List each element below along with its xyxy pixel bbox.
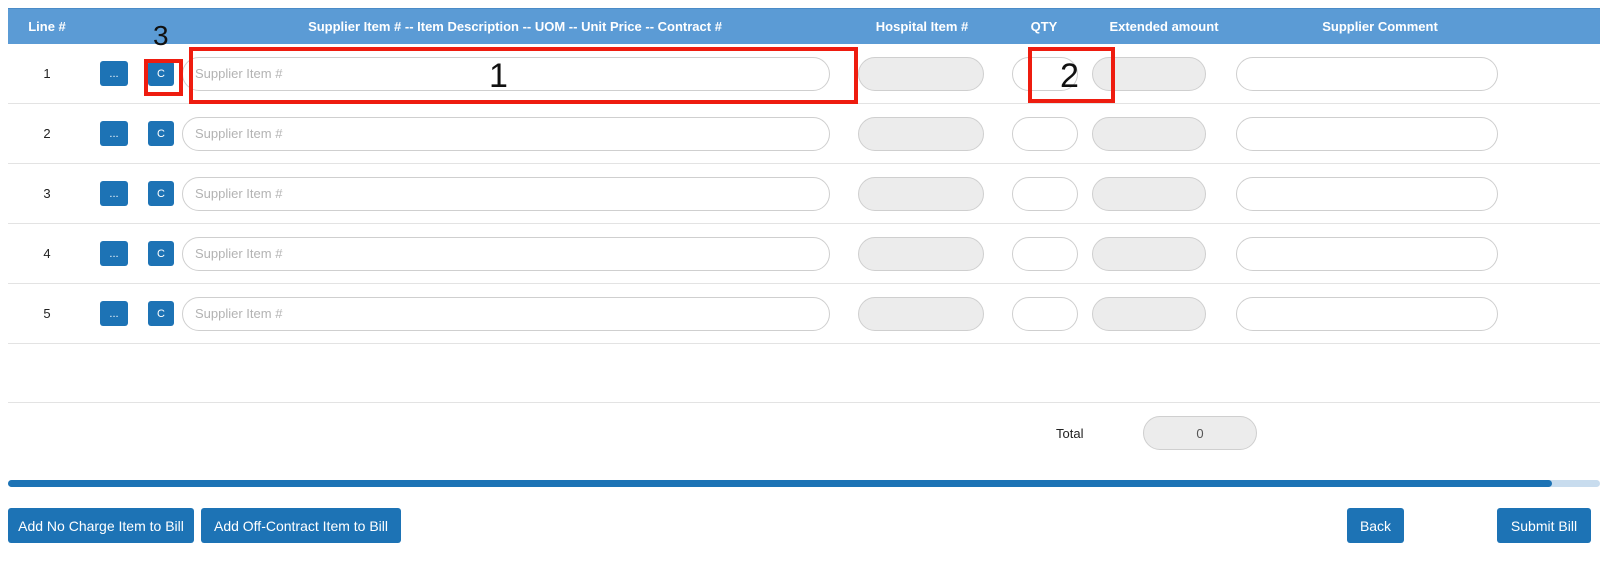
extended-amount-field [1092, 116, 1206, 151]
items-grid: Line # Supplier Item # -- Item Descripti… [8, 8, 1600, 463]
more-options-button[interactable]: ... [100, 121, 128, 146]
hospital-item-field [858, 236, 984, 271]
supplier-item-input[interactable] [182, 176, 830, 211]
table-row-5: 5 ... C [8, 284, 1600, 344]
back-button[interactable]: Back [1347, 508, 1404, 543]
submit-bill-button[interactable]: Submit Bill [1497, 508, 1591, 543]
contract-button[interactable]: C [148, 301, 174, 326]
grid-header: Line # Supplier Item # -- Item Descripti… [8, 8, 1600, 44]
header-qty: QTY [1030, 19, 1058, 34]
hospital-item-field [858, 176, 984, 211]
qty-input[interactable] [1012, 116, 1078, 151]
horizontal-scrollbar[interactable] [8, 480, 1600, 487]
total-value: 0 [1143, 416, 1257, 450]
table-row-1: 1 ... C [8, 44, 1600, 104]
contract-button[interactable]: C [148, 121, 174, 146]
more-options-button[interactable]: ... [100, 301, 128, 326]
contract-button[interactable]: C [148, 61, 174, 86]
table-row-4: 4 ... C [8, 224, 1600, 284]
extended-amount-field [1092, 176, 1206, 211]
qty-input[interactable] [1012, 236, 1078, 271]
more-options-button[interactable]: ... [100, 241, 128, 266]
grid-empty-row [8, 344, 1600, 403]
supplier-comment-input[interactable] [1236, 116, 1498, 151]
line-number: 5 [43, 306, 51, 321]
line-number: 1 [43, 66, 51, 81]
scrollbar-thumb[interactable] [8, 480, 1553, 487]
annotation-number-1: 1 [489, 57, 508, 95]
supplier-comment-input[interactable] [1236, 236, 1498, 271]
line-number: 3 [43, 186, 51, 201]
more-options-button[interactable]: ... [100, 61, 128, 86]
annotation-number-2: 2 [1060, 57, 1079, 95]
header-comment: Supplier Comment [1322, 19, 1438, 34]
line-number: 2 [43, 126, 51, 141]
extended-amount-field [1092, 296, 1206, 331]
supplier-comment-input[interactable] [1236, 296, 1498, 331]
extended-amount-field [1092, 236, 1206, 271]
supplier-item-input[interactable] [182, 116, 830, 151]
total-row: Total 0 [8, 403, 1600, 463]
contract-button[interactable]: C [148, 241, 174, 266]
total-label: Total [1056, 425, 1084, 441]
table-row-3: 3 ... C [8, 164, 1600, 224]
header-extended: Extended amount [1109, 19, 1219, 34]
hospital-item-field [858, 116, 984, 151]
grid-rows: 1 ... C 2 ... C 3 ... C 4 ... C 5 .. [8, 44, 1600, 344]
header-supplier: Supplier Item # -- Item Description -- U… [308, 19, 722, 34]
annotation-number-3: 3 [153, 20, 169, 51]
qty-input[interactable] [1012, 296, 1078, 331]
hospital-item-field [858, 56, 984, 91]
line-number: 4 [43, 246, 51, 261]
contract-button[interactable]: C [148, 181, 174, 206]
header-line: Line # [28, 19, 66, 34]
more-options-button[interactable]: ... [100, 181, 128, 206]
add-off-contract-item-button[interactable]: Add Off-Contract Item to Bill [201, 508, 401, 543]
qty-input[interactable] [1012, 176, 1078, 211]
hospital-item-field [858, 296, 984, 331]
header-hospital: Hospital Item # [875, 19, 969, 34]
supplier-item-input[interactable] [182, 236, 830, 271]
table-row-2: 2 ... C [8, 104, 1600, 164]
extended-amount-field [1092, 56, 1206, 91]
supplier-comment-input[interactable] [1236, 56, 1498, 91]
add-no-charge-item-button[interactable]: Add No Charge Item to Bill [8, 508, 194, 543]
supplier-comment-input[interactable] [1236, 176, 1498, 211]
supplier-item-input[interactable] [182, 296, 830, 331]
